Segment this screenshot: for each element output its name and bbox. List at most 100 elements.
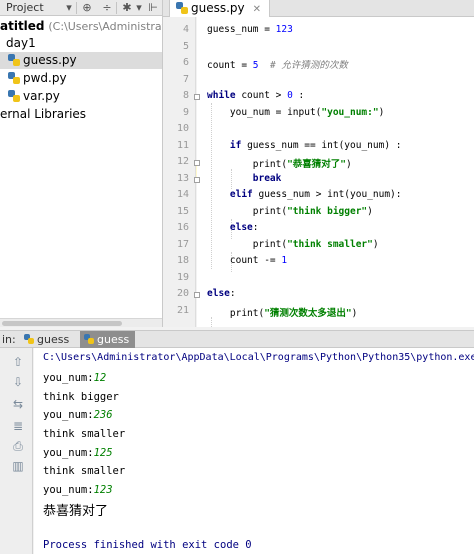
- editor-tab-label: guess.py: [191, 1, 245, 15]
- tree-item-guess-py[interactable]: guess.py: [0, 52, 162, 69]
- close-icon[interactable]: ✕: [253, 1, 261, 18]
- line-number: 16: [176, 222, 189, 233]
- run-tab-guess-1[interactable]: guess: [20, 331, 75, 348]
- tree-item-label: var.py: [23, 89, 60, 103]
- python-run-icon: [84, 334, 94, 344]
- line-number: 8: [182, 90, 189, 101]
- code-line[interactable]: else:: [207, 222, 259, 233]
- console-user-input: 125: [93, 447, 113, 459]
- code-line[interactable]: break: [207, 173, 282, 184]
- code-line[interactable]: guess_num = 123: [207, 24, 293, 35]
- line-number: 18: [176, 255, 189, 266]
- run-tab-label: guess: [37, 333, 70, 346]
- line-number: 10: [176, 123, 189, 134]
- console-user-input: 236: [93, 409, 113, 421]
- code-line[interactable]: else:: [207, 288, 236, 299]
- toolbar-divider: [116, 2, 117, 14]
- console-prompt: you_num:: [43, 484, 94, 496]
- console-prompt: you_num:: [43, 447, 94, 459]
- project-view-selector[interactable]: Project: [6, 1, 44, 14]
- run-tab-bar: in: guess guess: [0, 330, 474, 348]
- tree-item-external-libraries[interactable]: ernal Libraries: [0, 106, 162, 123]
- code-line[interactable]: print("think smaller"): [207, 239, 379, 250]
- tree-item-label: ernal Libraries: [0, 107, 87, 121]
- code-line[interactable]: while count > 0 :: [207, 90, 304, 101]
- line-number: 15: [176, 206, 189, 217]
- python-file-icon: [8, 72, 20, 84]
- code-line[interactable]: you_num = input("you_num:"): [207, 107, 384, 118]
- console-prompt-line: you_num:236: [43, 409, 113, 421]
- code-line[interactable]: print("猜测次数太多退出"): [207, 305, 358, 319]
- console-output-line: 恭喜猜对了: [43, 504, 109, 519]
- toolbar-divider: [76, 2, 77, 14]
- fold-marker-icon[interactable]: [194, 292, 200, 298]
- line-number: 21: [176, 305, 189, 316]
- console-prompt-line: you_num:123: [43, 484, 113, 496]
- clear-all-icon[interactable]: ▥: [10, 458, 26, 474]
- console-user-input: 12: [93, 372, 107, 384]
- soft-wrap-icon[interactable]: ⇆: [10, 396, 26, 412]
- fold-marker-icon[interactable]: [194, 160, 200, 166]
- line-number: 5: [182, 41, 189, 52]
- console-user-input: 123: [93, 484, 113, 496]
- sync-icon[interactable]: ⊕: [80, 1, 94, 15]
- python-run-icon: [24, 334, 34, 344]
- console-output-line: think smaller: [43, 428, 126, 440]
- console-prompt-line: you_num:12: [43, 372, 106, 384]
- run-console-output[interactable]: C:\Users\Administrator\AppData\Local\Pro…: [34, 348, 474, 554]
- run-tab-label: guess: [97, 333, 130, 346]
- console-output-line: think bigger: [43, 391, 119, 403]
- gear-dropdown-icon[interactable]: ▾: [132, 1, 146, 15]
- fold-marker-icon[interactable]: [194, 177, 200, 183]
- code-line[interactable]: print("think bigger"): [207, 206, 373, 217]
- up-arrow-icon[interactable]: ⇧: [10, 354, 26, 370]
- console-exit-message: Process finished with exit code 0: [43, 539, 252, 551]
- hide-icon[interactable]: ⊩: [146, 1, 160, 15]
- project-root-path: (C:\Users\Administrator\Py: [48, 20, 162, 33]
- python-file-icon: [8, 90, 20, 102]
- line-number: 6: [182, 57, 189, 68]
- line-number: 17: [176, 239, 189, 250]
- editor-lines: 4 5 6 7 8 9 10 11 12 13 14 15 16 17 18 1…: [163, 17, 474, 327]
- fold-marker-icon[interactable]: [194, 94, 200, 100]
- python-file-icon: [176, 2, 188, 14]
- editor-tab-guess-py[interactable]: guess.py ✕: [169, 0, 271, 18]
- line-number: 4: [182, 24, 189, 35]
- code-line[interactable]: count = 5 # 允许猜测的次数: [207, 57, 348, 71]
- tree-item-label: day1: [6, 36, 36, 50]
- project-tool-window: Project ▾ ⊕ ÷ ✱ ▾ ⊩ atitled (C:\Users\Ad…: [0, 0, 163, 327]
- run-tab-guess-2[interactable]: guess: [80, 331, 136, 348]
- line-number: 11: [176, 140, 189, 151]
- tree-item-label: pwd.py: [23, 71, 67, 85]
- console-prompt: you_num:: [43, 372, 94, 384]
- line-number: 20: [176, 288, 189, 299]
- tree-item-label: guess.py: [23, 53, 77, 67]
- console-command-line: C:\Users\Administrator\AppData\Local\Pro…: [43, 352, 474, 363]
- code-line[interactable]: elif guess_num > int(you_num):: [207, 189, 402, 200]
- tree-item-pwd-py[interactable]: pwd.py: [0, 70, 162, 87]
- line-number: 13: [176, 173, 189, 184]
- python-file-icon: [8, 54, 20, 66]
- split-icon[interactable]: ÷: [100, 1, 114, 15]
- scroll-to-end-icon[interactable]: ≣: [10, 418, 26, 434]
- code-line[interactable]: count -= 1: [207, 255, 287, 266]
- tree-item-day1[interactable]: day1: [0, 35, 162, 52]
- line-number: 19: [176, 272, 189, 283]
- console-prompt-line: you_num:125: [43, 447, 113, 459]
- dropdown-arrow-icon[interactable]: ▾: [62, 1, 76, 15]
- tree-item-var-py[interactable]: var.py: [0, 88, 162, 105]
- project-toolbar: Project ▾ ⊕ ÷ ✱ ▾ ⊩: [0, 0, 162, 16]
- console-prompt: you_num:: [43, 409, 94, 421]
- down-arrow-icon[interactable]: ⇩: [10, 374, 26, 390]
- run-toolbar: ⇧ ⇩ ⇆ ≣ ⎙ ▥: [0, 348, 33, 554]
- scrollbar-thumb[interactable]: [2, 321, 122, 326]
- horizontal-scrollbar[interactable]: [0, 318, 162, 327]
- editor-tab-bar: guess.py ✕: [163, 0, 474, 17]
- line-number: 12: [176, 156, 189, 167]
- print-icon[interactable]: ⎙: [10, 438, 26, 454]
- line-number: 7: [182, 74, 189, 85]
- tree-item-project-root[interactable]: atitled (C:\Users\Administrator\Py: [0, 18, 162, 35]
- line-number: 14: [176, 189, 189, 200]
- code-line[interactable]: if guess_num == int(you_num) :: [207, 140, 402, 151]
- code-line[interactable]: print("恭喜猜对了"): [207, 156, 352, 170]
